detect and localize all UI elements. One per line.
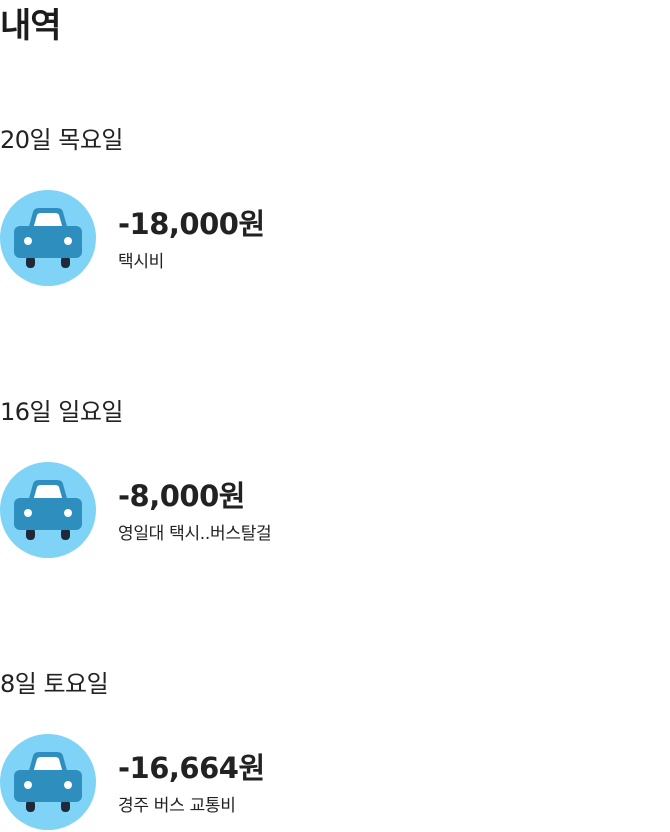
date-header: 20일 목요일: [0, 126, 124, 154]
transaction-description: 택시비: [118, 252, 165, 272]
date-header: 8일 토요일: [0, 670, 109, 698]
transaction-item[interactable]: -16,664원 경주 버스 교통비: [0, 734, 670, 830]
transaction-item[interactable]: -18,000원 택시비: [0, 190, 670, 286]
transaction-description: 영일대 택시..버스탈걸: [118, 524, 272, 544]
car-icon: [0, 190, 96, 286]
transaction-item[interactable]: -8,000원 영일대 택시..버스탈걸: [0, 462, 670, 558]
transaction-amount: -18,000원: [118, 207, 265, 241]
transaction-description: 경주 버스 교통비: [118, 796, 236, 816]
transaction-amount: -8,000원: [118, 479, 245, 513]
transaction-amount: -16,664원: [118, 751, 265, 785]
date-header: 16일 일요일: [0, 398, 124, 426]
page-title: 내역: [0, 6, 62, 46]
car-icon: [0, 734, 96, 830]
car-icon: [0, 462, 96, 558]
